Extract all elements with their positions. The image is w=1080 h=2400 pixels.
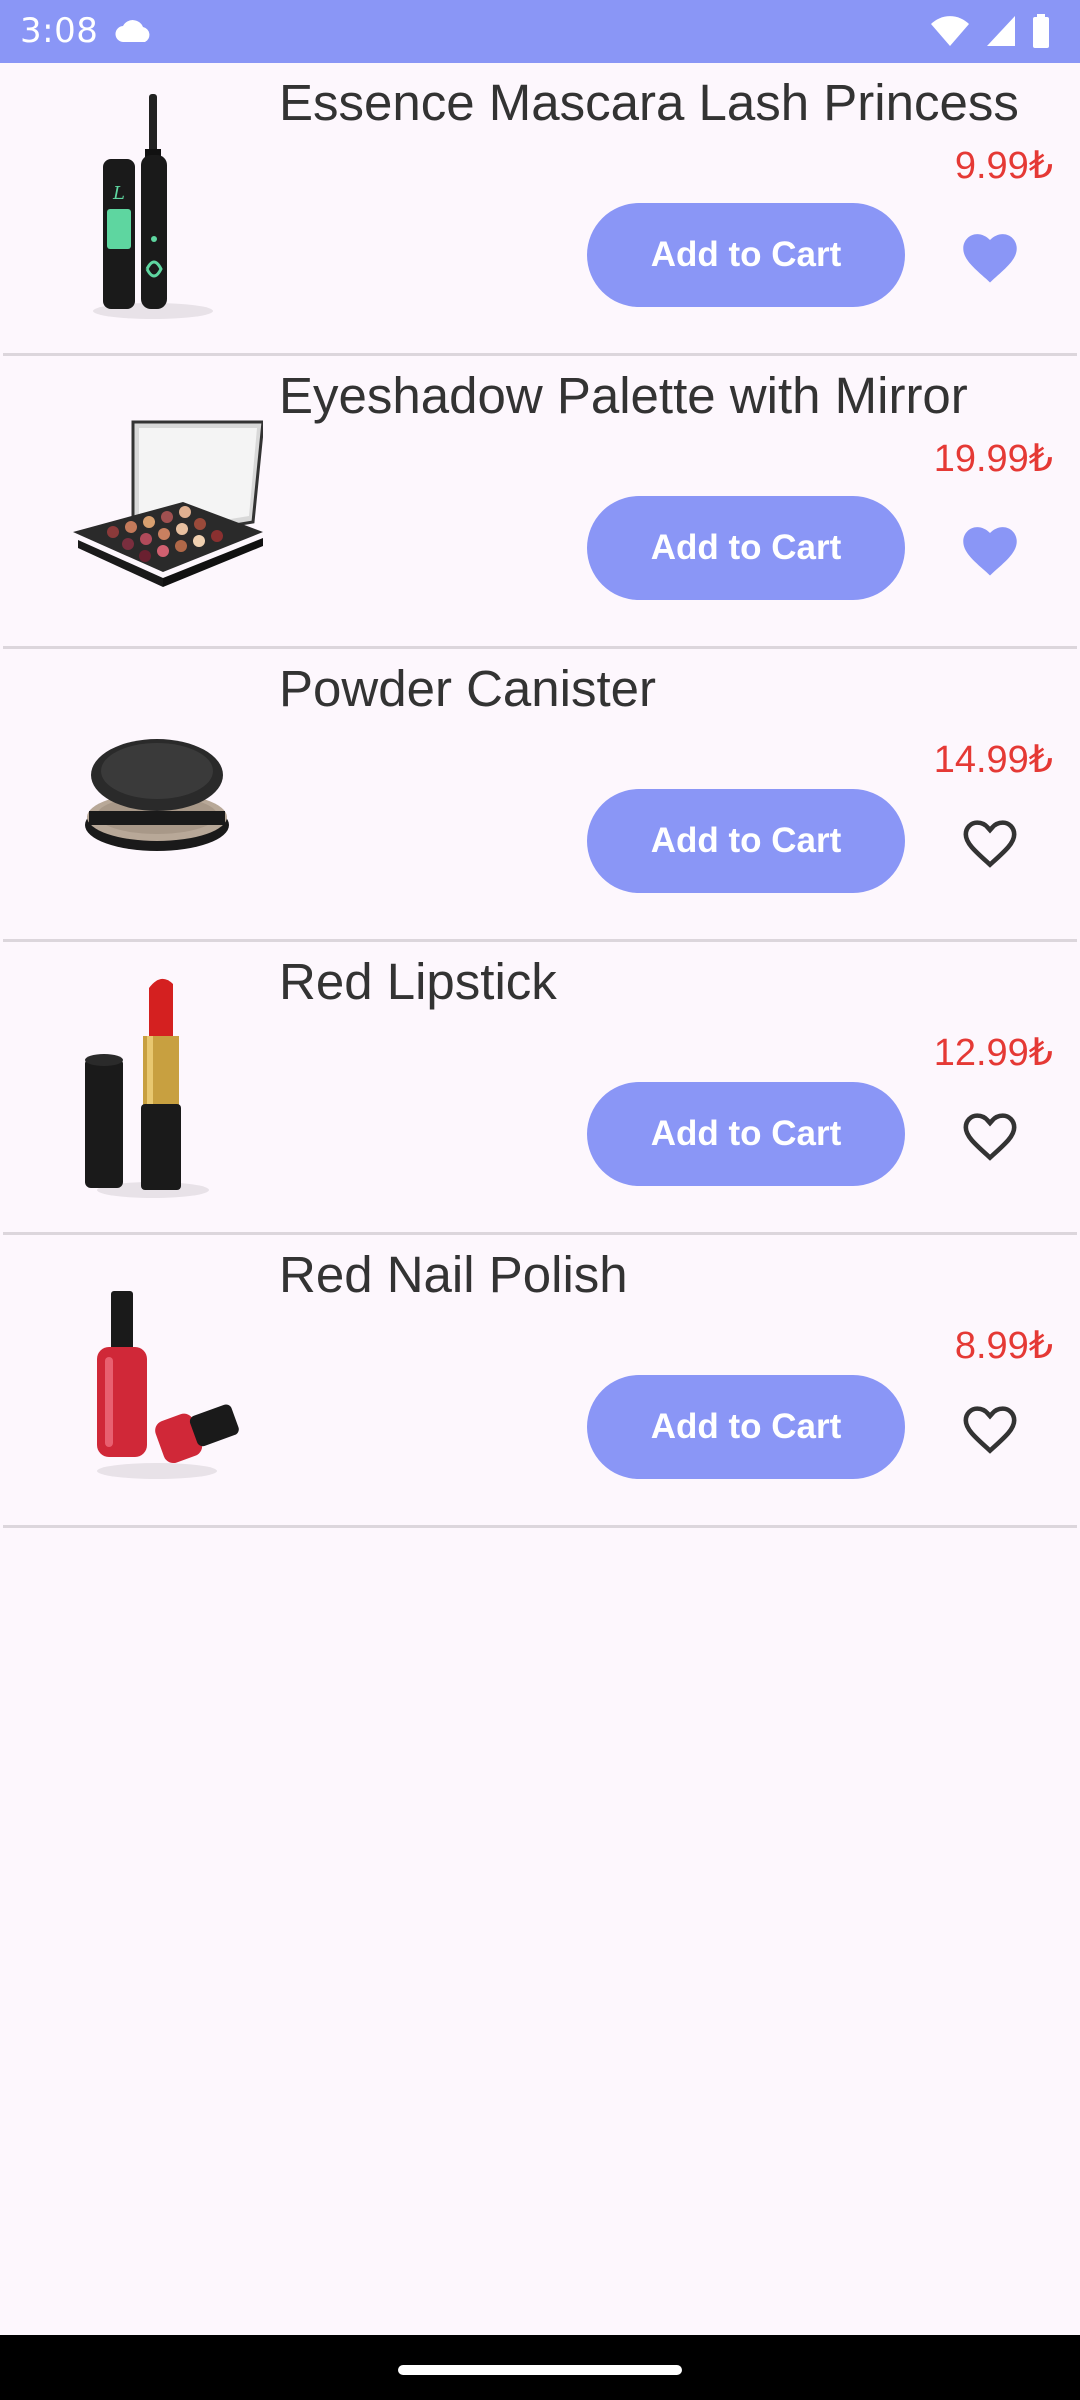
- home-gesture-handle[interactable]: [398, 2365, 682, 2375]
- product-price: 12.99₺: [933, 1032, 1053, 1074]
- product-item: Red Lipstick 12.99₺ Add to Cart: [3, 942, 1077, 1235]
- status-bar: 3:08: [0, 0, 1080, 63]
- product-item: Red Nail Polish 8.99₺ Add to Cart: [3, 1235, 1077, 1528]
- status-time: 3:08: [20, 11, 99, 51]
- product-price: 8.99₺: [954, 1325, 1053, 1367]
- powder-canister-product-image: [85, 739, 229, 851]
- mascara-product-image: L: [93, 94, 213, 319]
- battery-icon: [1033, 14, 1049, 48]
- product-item: Powder Canister 14.99₺ Add to Cart: [3, 649, 1077, 942]
- heart-filled-icon[interactable]: [959, 522, 1021, 578]
- product-name: Eyeshadow Palette with Mirror: [279, 367, 968, 424]
- heart-outline-icon[interactable]: [959, 1108, 1021, 1164]
- product-list: L Essence Mascara Lash Princess 9.99₺ Ad…: [0, 63, 1080, 1528]
- heart-filled-icon[interactable]: [959, 229, 1021, 285]
- product-price: 9.99₺: [954, 145, 1053, 187]
- product-price: 19.99₺: [933, 438, 1053, 480]
- navigation-bar: [0, 2335, 1080, 2400]
- product-name: Red Nail Polish: [279, 1246, 628, 1303]
- product-name: Powder Canister: [279, 660, 656, 717]
- add-to-cart-button[interactable]: Add to Cart: [587, 496, 905, 600]
- add-to-cart-button[interactable]: Add to Cart: [587, 203, 905, 307]
- wifi-icon: [931, 16, 969, 46]
- status-icons: [930, 13, 1050, 49]
- eyeshadow-palette-product-image: [73, 420, 263, 587]
- product-price: 14.99₺: [933, 739, 1053, 781]
- add-to-cart-button[interactable]: Add to Cart: [587, 789, 905, 893]
- heart-outline-icon[interactable]: [959, 1401, 1021, 1457]
- product-name: Essence Mascara Lash Princess: [279, 74, 1019, 131]
- add-to-cart-button[interactable]: Add to Cart: [587, 1082, 905, 1186]
- cloud-icon: [115, 20, 150, 43]
- add-to-cart-button[interactable]: Add to Cart: [587, 1375, 905, 1479]
- red-nail-polish-product-image: [97, 1291, 239, 1479]
- product-item: Eyeshadow Palette with Mirror 19.99₺ Add…: [3, 356, 1077, 649]
- product-name: Red Lipstick: [279, 953, 557, 1010]
- svg-text:L: L: [112, 183, 125, 204]
- red-lipstick-product-image: [85, 978, 209, 1198]
- product-item: L Essence Mascara Lash Princess 9.99₺ Ad…: [3, 63, 1077, 356]
- signal-icon: [987, 16, 1015, 46]
- heart-outline-icon[interactable]: [959, 815, 1021, 871]
